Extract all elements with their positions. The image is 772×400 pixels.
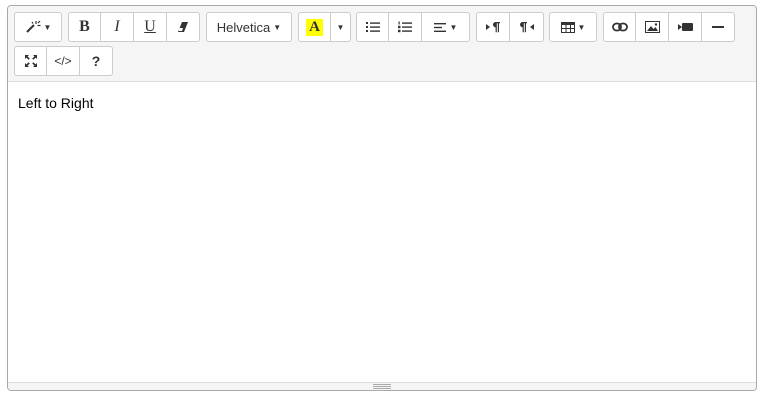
align-left-icon xyxy=(433,22,446,32)
insert-picture-button[interactable] xyxy=(636,12,669,42)
bold-button[interactable]: B xyxy=(68,12,101,42)
unordered-list-button[interactable] xyxy=(356,12,389,42)
font-family-label: Helvetica xyxy=(216,19,271,35)
bold-icon: B xyxy=(79,18,90,35)
chevron-down-icon: ▼ xyxy=(336,22,345,32)
fullscreen-button[interactable] xyxy=(14,46,47,76)
magic-icon xyxy=(25,20,41,33)
chevron-down-icon: ▼ xyxy=(449,22,458,32)
content-paragraph: Left to Right xyxy=(18,95,94,111)
insert-video-button[interactable] xyxy=(669,12,702,42)
paragraph-align-dropdown[interactable]: ▼ xyxy=(422,12,470,42)
italic-button[interactable]: I xyxy=(101,12,134,42)
color-dropdown-button[interactable]: ▼ xyxy=(331,12,351,42)
rich-text-editor: ▼ B I U Helvetica ▼ A ▼ ▼ ▼ </> ? Left t… xyxy=(7,5,757,391)
resize-grip-icon xyxy=(373,384,391,389)
ltr-button[interactable] xyxy=(476,12,510,42)
font-family-dropdown[interactable]: Helvetica ▼ xyxy=(206,12,292,42)
table-dropdown[interactable]: ▼ xyxy=(549,12,597,42)
horizontal-rule-icon xyxy=(712,26,724,28)
help-button[interactable]: ? xyxy=(80,46,113,76)
code-icon: </> xyxy=(54,54,72,68)
chevron-down-icon: ▼ xyxy=(577,22,586,32)
picture-icon xyxy=(644,21,660,33)
underline-button[interactable]: U xyxy=(134,12,167,42)
editor-content[interactable]: Left to Right xyxy=(8,83,756,383)
style-button[interactable]: ▼ xyxy=(14,12,62,42)
rtl-icon xyxy=(520,22,534,33)
fullscreen-icon xyxy=(24,55,37,67)
ordered-list-button[interactable] xyxy=(389,12,422,42)
clear-format-button[interactable] xyxy=(167,12,200,42)
highlight-color-button[interactable]: A xyxy=(298,12,331,42)
horizontal-rule-button[interactable] xyxy=(702,12,735,42)
resize-bar[interactable] xyxy=(8,382,756,390)
underline-icon: U xyxy=(144,18,156,35)
insert-link-button[interactable] xyxy=(603,12,636,42)
unordered-list-icon xyxy=(365,22,380,32)
table-icon xyxy=(560,21,575,33)
code-view-button[interactable]: </> xyxy=(47,46,80,76)
eraser-icon xyxy=(178,22,188,32)
rtl-button[interactable] xyxy=(510,12,544,42)
italic-icon: I xyxy=(114,18,120,35)
chevron-down-icon: ▼ xyxy=(273,22,282,32)
video-icon xyxy=(677,23,693,31)
chevron-down-icon: ▼ xyxy=(43,22,52,32)
ordered-list-icon xyxy=(398,21,412,33)
ltr-icon xyxy=(485,22,500,33)
toolbar: ▼ B I U Helvetica ▼ A ▼ ▼ ▼ </> ? xyxy=(8,6,756,82)
help-icon: ? xyxy=(91,53,101,69)
highlight-icon: A xyxy=(306,18,323,36)
link-icon xyxy=(611,22,628,32)
